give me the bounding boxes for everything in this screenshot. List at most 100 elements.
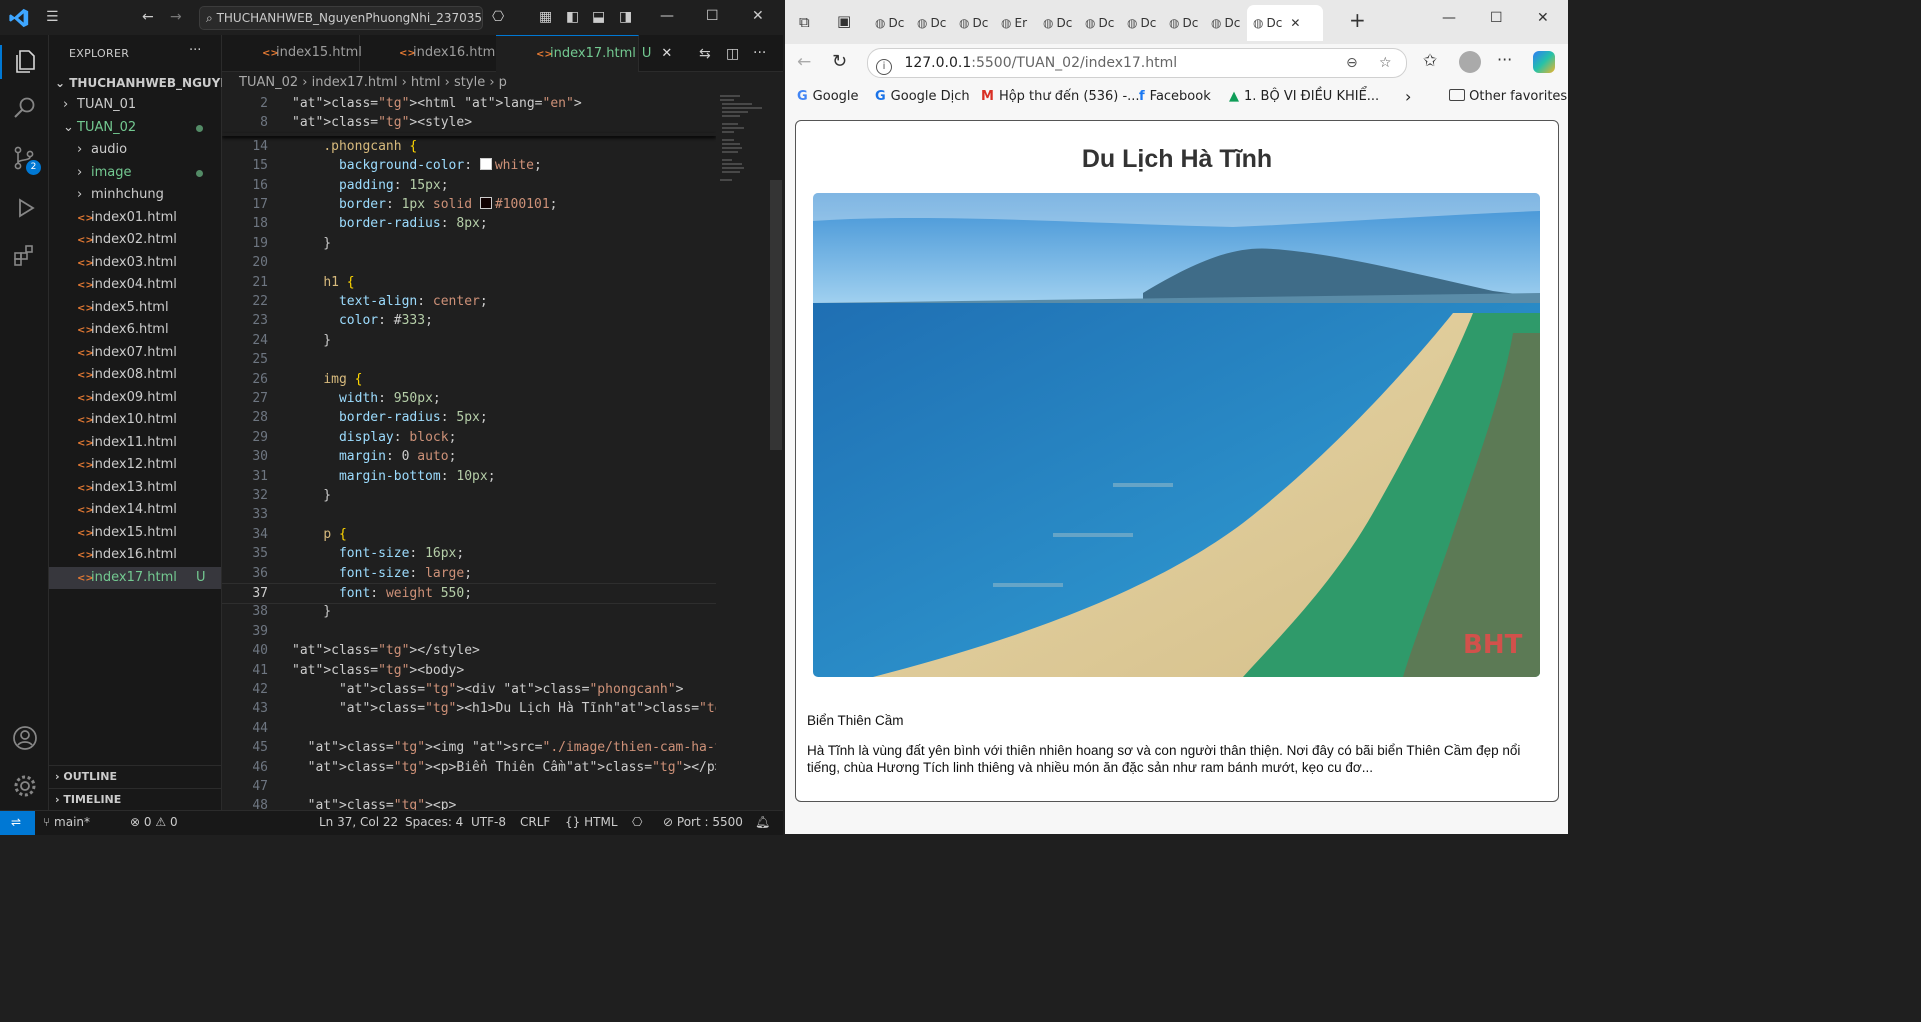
file-item[interactable]: <>index12.html bbox=[49, 454, 221, 476]
folder-item[interactable]: › audio bbox=[49, 139, 221, 161]
code-line[interactable]: 36 font-size: large; bbox=[222, 564, 716, 583]
file-item[interactable]: <>index17.html U bbox=[49, 566, 221, 589]
run-debug-icon[interactable] bbox=[12, 195, 38, 221]
browser-tab[interactable]: ◍ Dc bbox=[1037, 8, 1079, 38]
code-line[interactable]: 40 "at">class="tg"></style> bbox=[222, 641, 716, 660]
code-line[interactable]: 48 "at">class="tg"><p> bbox=[222, 796, 716, 810]
code-line[interactable]: 17 border: 1px solid #100101; bbox=[222, 195, 716, 214]
file-item[interactable]: <>index01.html bbox=[49, 207, 221, 229]
file-item[interactable]: <>index15.html bbox=[49, 522, 221, 544]
editor-scrollbar[interactable] bbox=[770, 180, 782, 450]
forward-arrow-icon[interactable]: → bbox=[170, 7, 182, 27]
other-favorites[interactable]: Other favorites bbox=[1449, 84, 1567, 110]
favorites-icon[interactable]: ✩ bbox=[1423, 51, 1437, 71]
color-swatch-icon[interactable] bbox=[479, 158, 492, 171]
browser-minimize-icon[interactable]: — bbox=[1442, 10, 1456, 26]
explorer-activity[interactable] bbox=[0, 45, 50, 79]
remote-indicator[interactable]: ⇌ bbox=[0, 811, 35, 835]
code-line[interactable]: 23 color: #333; bbox=[222, 311, 716, 330]
code-line[interactable]: 45 "at">class="tg"><img "at">src="./imag… bbox=[222, 738, 716, 757]
close-tab-icon[interactable]: ✕ bbox=[661, 46, 672, 61]
workspaces-icon[interactable]: ⧉ bbox=[799, 13, 810, 31]
address-bar[interactable]: i 127.0.0.1:5500/TUAN_02/index17.html ⊖ … bbox=[867, 48, 1407, 78]
menu-icon[interactable]: ☰ bbox=[46, 7, 59, 27]
extensions-icon[interactable] bbox=[12, 243, 38, 269]
code-line[interactable]: 2 "at">class="tg"><html "at">lang="en"> bbox=[222, 94, 716, 113]
color-swatch-icon[interactable] bbox=[479, 197, 492, 209]
accounts-icon[interactable] bbox=[12, 725, 38, 751]
folder-item[interactable]: › image bbox=[49, 162, 221, 184]
code-line[interactable]: 34 p { bbox=[222, 525, 716, 544]
code-line[interactable]: 31 margin-bottom: 10px; bbox=[222, 467, 716, 486]
open-changes-icon[interactable]: ⇆ bbox=[699, 44, 711, 64]
editor-more-icon[interactable]: ··· bbox=[753, 43, 766, 63]
indentation[interactable]: Spaces: 4 bbox=[405, 811, 463, 833]
code-line[interactable]: 29 display: block; bbox=[222, 428, 716, 447]
back-arrow-icon[interactable]: ← bbox=[142, 7, 154, 27]
zoom-icon[interactable]: ⊖ bbox=[1346, 49, 1358, 77]
favorite-link[interactable]: f Facebook bbox=[1139, 84, 1211, 110]
maximize-icon[interactable]: ☐ bbox=[706, 6, 719, 26]
browser-tab[interactable]: ◍ Dc bbox=[1205, 8, 1247, 38]
breadcrumb-item[interactable]: html bbox=[411, 75, 441, 90]
cursor-position[interactable]: Ln 37, Col 22 bbox=[319, 811, 398, 833]
breadcrumb-item[interactable]: TUAN_02 bbox=[239, 75, 298, 90]
code-line[interactable]: 46 "at">class="tg"><p>Biển Thiên Cầm"at"… bbox=[222, 758, 716, 777]
code-line[interactable]: 27 width: 950px; bbox=[222, 389, 716, 408]
new-tab-icon[interactable]: + bbox=[1349, 8, 1366, 32]
settings-gear-icon[interactable] bbox=[12, 773, 38, 799]
timeline-section[interactable]: › TIMELINE bbox=[49, 788, 221, 811]
code-line[interactable]: 21 h1 { bbox=[222, 273, 716, 292]
file-item[interactable]: <>index16.html bbox=[49, 544, 221, 566]
breadcrumb-item[interactable]: p bbox=[499, 75, 507, 90]
code-line[interactable]: 30 margin: 0 auto; bbox=[222, 447, 716, 466]
browser-tab[interactable]: ◍ Dc bbox=[1079, 8, 1121, 38]
close-tab-icon[interactable]: ✕ bbox=[1290, 16, 1300, 30]
code-line[interactable]: 37 font: weight 550; bbox=[222, 583, 716, 605]
chevron-right-icon[interactable]: › bbox=[1405, 84, 1411, 110]
copilot-icon[interactable]: ⎔ bbox=[492, 7, 504, 27]
toggle-secondary-sidebar-icon[interactable]: ◨ bbox=[619, 7, 632, 27]
browser-close-icon[interactable]: ✕ bbox=[1537, 10, 1549, 26]
notifications-bell-icon[interactable]: 🔔︎ bbox=[755, 811, 770, 833]
profile-avatar-icon[interactable] bbox=[1459, 51, 1481, 73]
code-line[interactable]: 20 bbox=[222, 253, 716, 272]
site-info-icon[interactable]: i bbox=[876, 59, 892, 75]
source-control-activity[interactable]: 2 bbox=[10, 143, 41, 177]
breadcrumb-item[interactable]: style bbox=[454, 75, 485, 90]
code-line[interactable]: 19 } bbox=[222, 234, 716, 253]
folder-item[interactable]: ⌄ TUAN_02 bbox=[49, 117, 221, 139]
code-line[interactable]: 35 font-size: 16px; bbox=[222, 544, 716, 563]
file-item[interactable]: <>index5.html bbox=[49, 297, 221, 319]
browser-tab[interactable]: ◍ Dc ✕ bbox=[1247, 5, 1323, 41]
minimize-icon[interactable]: — bbox=[660, 6, 674, 26]
browser-tab[interactable]: ◍ Dc bbox=[1121, 8, 1163, 38]
file-item[interactable]: <>index10.html bbox=[49, 409, 221, 431]
code-line[interactable]: 43 "at">class="tg"><h1>Du Lịch Hà Tĩnh"a… bbox=[222, 699, 716, 718]
file-item[interactable]: <>index13.html bbox=[49, 477, 221, 499]
refresh-icon[interactable]: ↻ bbox=[832, 51, 847, 72]
code-line[interactable]: 18 border-radius: 8px; bbox=[222, 214, 716, 233]
code-line[interactable]: 25 bbox=[222, 350, 716, 369]
code-line[interactable]: 32 } bbox=[222, 486, 716, 505]
editor-tab[interactable]: <>index16.html bbox=[359, 35, 499, 71]
vertical-tabs-icon[interactable]: ▣ bbox=[837, 12, 851, 30]
code-line[interactable]: 26 img { bbox=[222, 370, 716, 389]
favorite-link[interactable]: G Google bbox=[797, 84, 859, 110]
code-line[interactable]: 22 text-align: center; bbox=[222, 292, 716, 311]
settings-more-icon[interactable]: ··· bbox=[1497, 50, 1512, 69]
file-item[interactable]: <>index07.html bbox=[49, 342, 221, 364]
outline-section[interactable]: › OUTLINE bbox=[49, 765, 221, 788]
toggle-sidebar-icon[interactable]: ◧ bbox=[566, 7, 579, 27]
breadcrumb-item[interactable]: index17.html bbox=[312, 75, 398, 90]
code-line[interactable]: 33 bbox=[222, 505, 716, 524]
language-mode[interactable]: {} HTML bbox=[565, 811, 618, 833]
browser-tab[interactable]: ◍ Er bbox=[995, 8, 1037, 38]
file-item[interactable]: <>index14.html bbox=[49, 499, 221, 521]
code-view[interactable]: 2 "at">class="tg"><html "at">lang="en"> 8 "… bbox=[222, 94, 716, 810]
browser-tab[interactable]: ◍ Dc bbox=[869, 8, 911, 38]
folder-item[interactable]: › minhchung bbox=[49, 184, 221, 206]
favorite-link[interactable]: G Google Dịch bbox=[875, 84, 970, 110]
back-icon[interactable]: ← bbox=[797, 52, 811, 72]
split-editor-icon[interactable]: ◫ bbox=[726, 44, 739, 64]
